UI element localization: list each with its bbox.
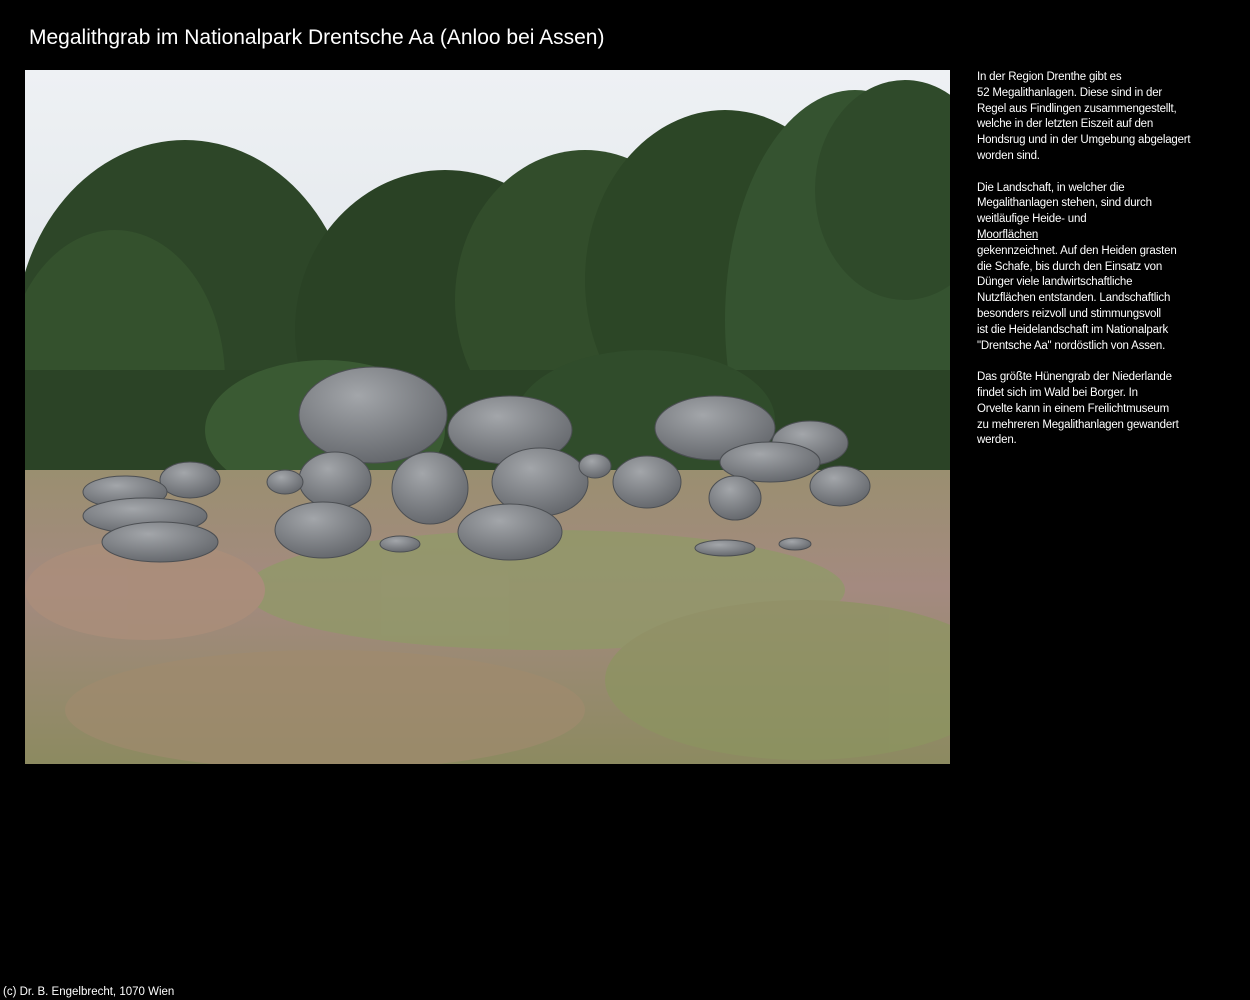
page-title: Megalithgrab im Nationalpark Drentsche A… [29, 26, 605, 49]
text-line: gekennzeichnet. Auf den Heiden grasten [977, 244, 1177, 257]
text-line: Die Landschaft, in welcher die [977, 181, 1125, 194]
text-line: Orvelte kann in einem Freilichtmuseum [977, 402, 1170, 415]
text-line: 52 Megalithanlagen. Diese sind in der [977, 86, 1163, 99]
text-line: worden sind. [977, 149, 1040, 162]
text-line: besonders reizvoll und stimmungsvoll [977, 307, 1161, 320]
text-line: zu mehreren Megalithanlagen gewandert [977, 418, 1179, 431]
text-line: "Drentsche Aa" nordöstlich von Assen. [977, 339, 1166, 352]
text-line: Megalithanlagen stehen, sind durch [977, 197, 1152, 210]
text-line: Regel aus Findlingen zusammengestellt, [977, 102, 1177, 115]
description-text: In der Region Drenthe gibt es 52 Megalit… [977, 70, 1222, 465]
text-line: die Schafe, bis durch den Einsatz von [977, 260, 1163, 273]
text-line: weitläufige Heide- und [977, 213, 1087, 226]
description-paragraph-3: Das größte Hünengrab der Niederlande fin… [977, 370, 1222, 449]
description-paragraph-1: In der Region Drenthe gibt es 52 Megalit… [977, 70, 1222, 165]
megalith-photo [25, 70, 950, 764]
text-line: Dünger viele landwirtschaftliche [977, 276, 1133, 289]
text-line: Nutzflächen entstanden. Landschaftlich [977, 292, 1171, 305]
text-line: ist die Heidelandschaft im Nationalpark [977, 323, 1168, 336]
megalith-photo-illustration [25, 70, 950, 764]
text-line: werden. [977, 434, 1017, 447]
text-line: welche in der letzten Eiszeit auf den [977, 118, 1154, 131]
text-line: Das größte Hünengrab der Niederlande [977, 371, 1172, 384]
description-paragraph-2: Die Landschaft, in welcher die Megalitha… [977, 181, 1222, 355]
moorflaechen-link[interactable]: Moorflächen [977, 228, 1222, 244]
copyright-notice: (c) Dr. B. Engelbrecht, 1070 Wien [3, 986, 175, 998]
text-line: findet sich im Wald bei Borger. In [977, 386, 1138, 399]
text-line: Hondsrug und in der Umgebung abgelagert [977, 134, 1191, 147]
text-line: In der Region Drenthe gibt es [977, 71, 1122, 83]
